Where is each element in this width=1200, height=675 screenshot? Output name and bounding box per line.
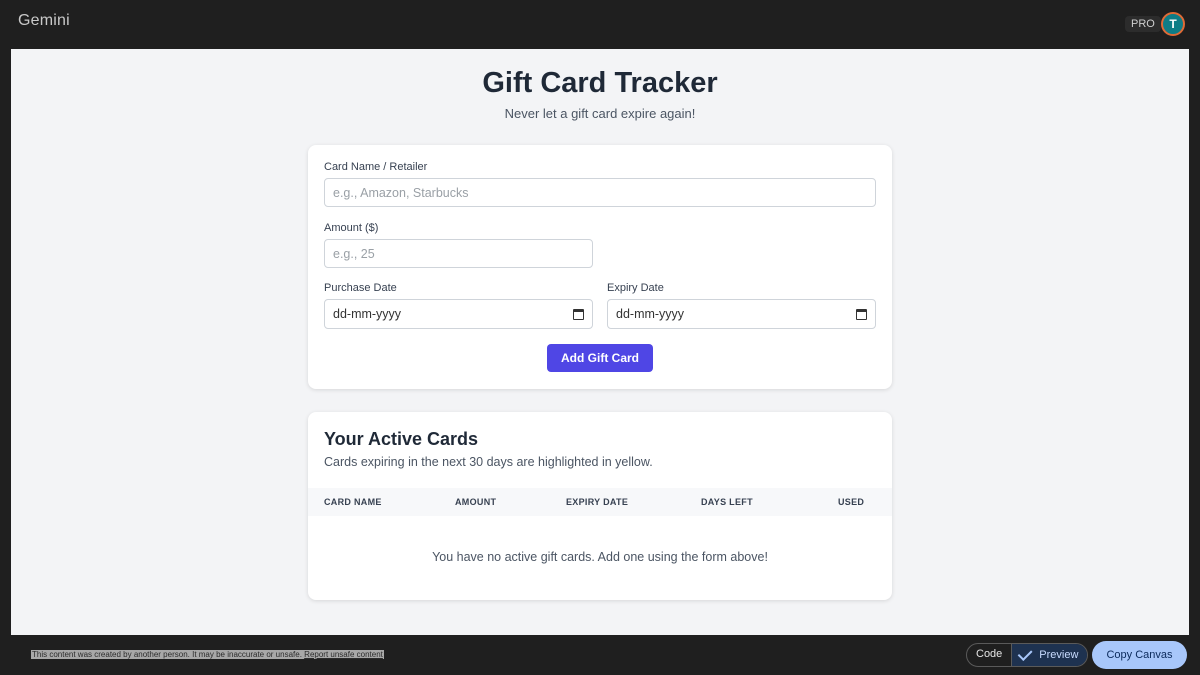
purchase-date-input[interactable]: dd-mm-yyyy — [324, 299, 593, 329]
column-header-amount: AMOUNT — [455, 497, 497, 507]
add-card-form: Card Name / Retailer Amount ($) Purchase… — [308, 145, 892, 389]
column-header-card-name: CARD NAME — [324, 497, 382, 507]
top-bar: Gemini PRO T — [0, 0, 1200, 49]
expiry-date-label: Expiry Date — [607, 282, 664, 294]
copy-canvas-button[interactable]: Copy Canvas — [1092, 641, 1187, 669]
pro-badge: PRO — [1125, 16, 1161, 32]
gemini-logo[interactable]: Gemini — [18, 12, 70, 30]
page-subtitle: Never let a gift card expire again! — [504, 106, 696, 121]
disclaimer-text: This content was created by another pers… — [32, 650, 302, 659]
table-header: CARD NAME AMOUNT EXPIRY DATE DAYS LEFT U… — [308, 488, 892, 516]
app-canvas: Gift Card Tracker Never let a gift card … — [11, 49, 1189, 635]
expiry-date-input[interactable]: dd-mm-yyyy — [607, 299, 876, 329]
report-unsafe-link[interactable]: Report unsafe content — [304, 650, 383, 659]
view-toggle: Code Preview — [966, 643, 1089, 667]
expiry-date-value: dd-mm-yyyy — [616, 307, 685, 321]
check-icon — [1017, 646, 1033, 662]
preview-label: Preview — [1039, 649, 1079, 661]
card-name-input[interactable] — [324, 178, 876, 207]
column-header-days-left: DAYS LEFT — [701, 497, 753, 507]
preview-tab[interactable]: Preview — [1011, 644, 1088, 666]
calendar-icon[interactable] — [573, 308, 584, 320]
column-header-expiry-date: EXPIRY DATE — [566, 497, 629, 507]
purchase-date-label: Purchase Date — [324, 282, 397, 294]
active-cards-subtitle: Cards expiring in the next 30 days are h… — [324, 455, 653, 469]
user-avatar[interactable]: T — [1161, 12, 1185, 36]
page-title: Gift Card Tracker — [482, 67, 718, 99]
bottom-bar: This content was created by another pers… — [0, 635, 1200, 675]
active-cards-title: Your Active Cards — [324, 429, 479, 449]
amount-input[interactable] — [324, 239, 593, 268]
calendar-icon[interactable] — [856, 308, 867, 320]
empty-state-message: You have no active gift cards. Add one u… — [432, 550, 768, 564]
amount-label: Amount ($) — [324, 222, 379, 234]
purchase-date-value: dd-mm-yyyy — [333, 307, 402, 321]
column-header-used: USED — [838, 497, 865, 507]
add-gift-card-button[interactable]: Add Gift Card — [547, 344, 653, 372]
active-cards-panel: Your Active Cards Cards expiring in the … — [308, 412, 892, 600]
code-tab[interactable]: Code — [967, 644, 1011, 666]
disclaimer: This content was created by another pers… — [31, 650, 384, 659]
card-name-label: Card Name / Retailer — [324, 161, 428, 173]
